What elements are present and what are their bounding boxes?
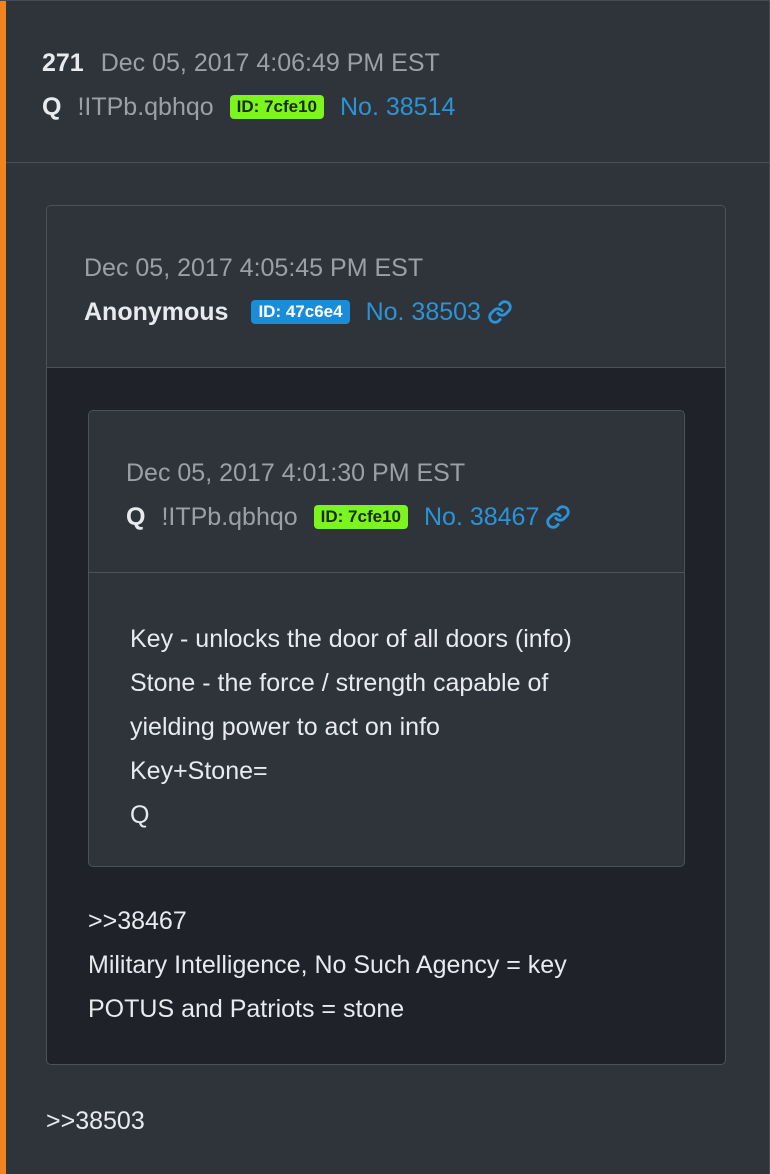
- quoted-author-name: Anonymous: [84, 297, 229, 326]
- link-icon[interactable]: [487, 299, 513, 325]
- body-line: Key+Stone=: [130, 757, 268, 785]
- link-icon[interactable]: [545, 504, 571, 530]
- nested-post-number-link[interactable]: No. 38467: [424, 503, 539, 532]
- quote-reference-link[interactable]: >>38503: [46, 1099, 145, 1143]
- post-number: 271: [42, 48, 84, 77]
- quote-reference-link[interactable]: >>38467: [88, 899, 567, 943]
- quoted-post-body: >>38467 Military Intelligence, No Such A…: [88, 899, 567, 1031]
- nested-author-name: Q: [126, 502, 146, 531]
- body-line: Stone - the force / strength capable of: [130, 669, 549, 697]
- post-card: 271 Dec 05, 2017 4:06:49 PM EST Q !ITPb.…: [0, 0, 770, 1174]
- quoted-id-badge[interactable]: ID: 47c6e4: [251, 300, 350, 324]
- body-line: Military Intelligence, No Such Agency = …: [88, 951, 567, 979]
- nested-quoted-post-header: Dec 05, 2017 4:01:30 PM EST Q !ITPb.qbhq…: [89, 411, 684, 573]
- quoted-post-number-link[interactable]: No. 38503: [366, 298, 481, 327]
- accent-bar: [0, 1, 6, 1174]
- post-number-link[interactable]: No. 38514: [340, 93, 455, 122]
- post-body: >>38503: [46, 1099, 145, 1143]
- quoted-post: Dec 05, 2017 4:05:45 PM EST Anonymous ID…: [46, 205, 726, 1065]
- id-badge[interactable]: ID: 7cfe10: [229, 95, 324, 119]
- quoted-post-header: Dec 05, 2017 4:05:45 PM EST Anonymous ID…: [47, 206, 725, 368]
- nested-id-badge[interactable]: ID: 7cfe10: [313, 505, 408, 529]
- quoted-post-date: Dec 05, 2017 4:05:45 PM EST: [84, 253, 424, 282]
- nested-post-body: Key - unlocks the door of all doors (inf…: [89, 573, 684, 837]
- nested-quoted-post: Dec 05, 2017 4:01:30 PM EST Q !ITPb.qbhq…: [88, 410, 685, 867]
- body-line: POTUS and Patriots = stone: [88, 995, 405, 1023]
- body-line: yielding power to act on info: [130, 713, 440, 741]
- body-line: Key - unlocks the door of all doors (inf…: [130, 625, 572, 653]
- post-date: Dec 05, 2017 4:06:49 PM EST: [100, 48, 440, 77]
- body-line: Q: [130, 801, 150, 829]
- nested-post-date: Dec 05, 2017 4:01:30 PM EST: [126, 458, 466, 487]
- post-header: 271 Dec 05, 2017 4:06:49 PM EST Q !ITPb.…: [6, 1, 769, 163]
- author-name: Q: [42, 92, 62, 121]
- tripcode: !ITPb.qbhqo: [77, 92, 214, 121]
- nested-tripcode: !ITPb.qbhqo: [161, 502, 298, 531]
